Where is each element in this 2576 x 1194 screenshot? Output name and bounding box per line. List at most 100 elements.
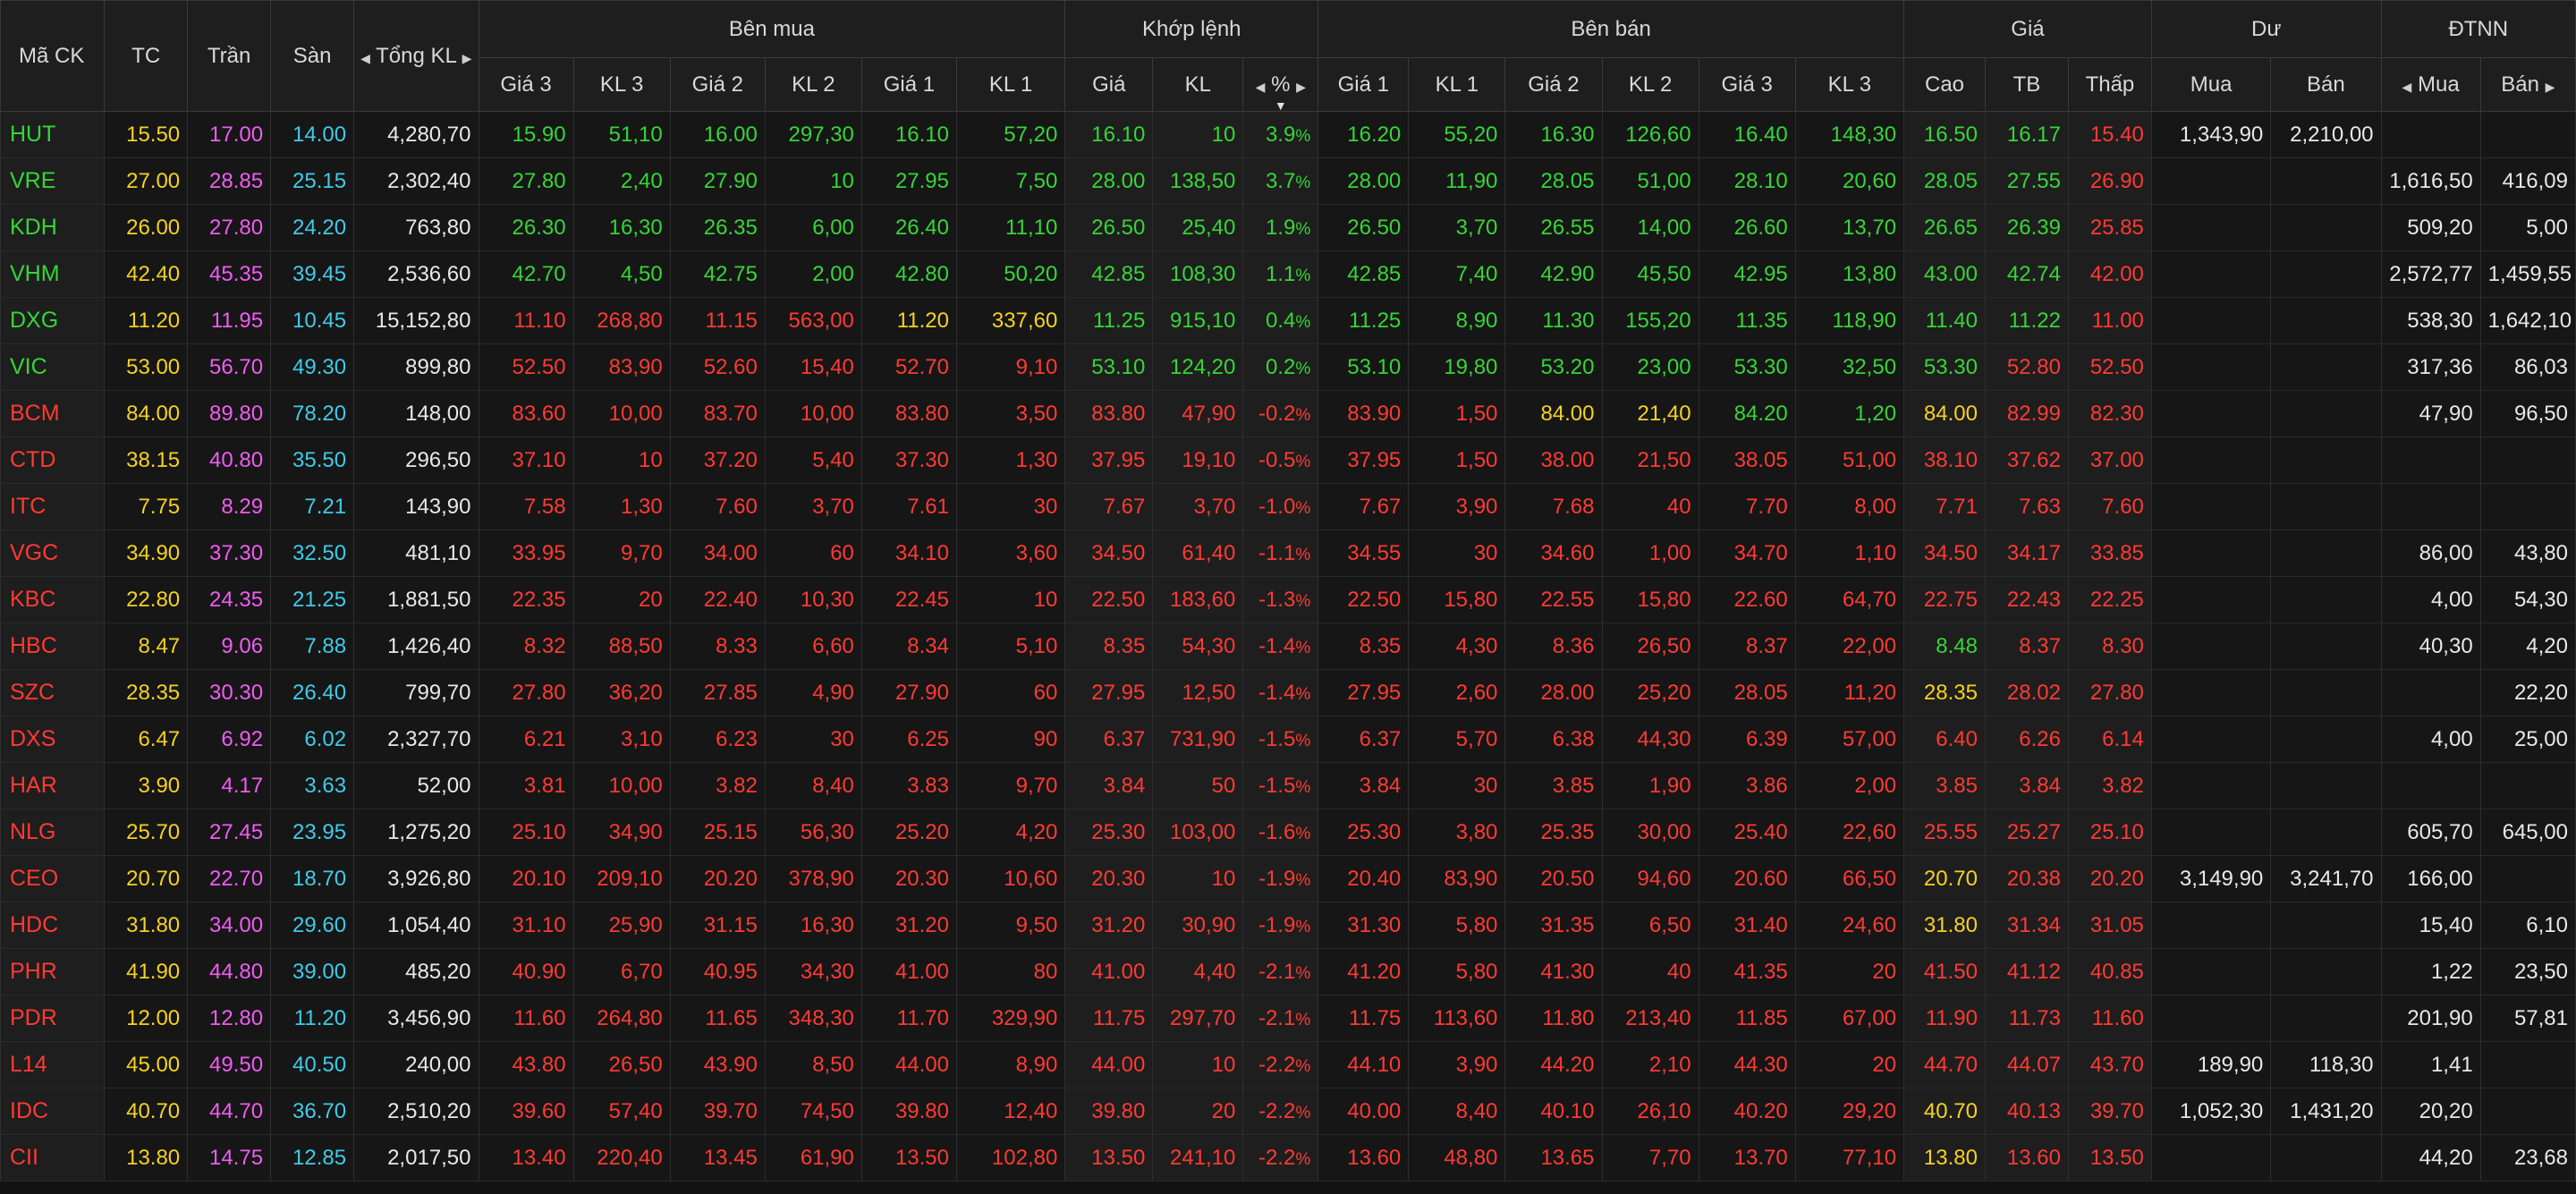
col-sell-vol-2[interactable]: KL 2 [1601, 57, 1699, 112]
table-row[interactable]: CTD 38.15 40.80 35.50 296,50 37.10 10 37.20 5,40… [0, 436, 2576, 484]
symbol-cell[interactable]: SZC [0, 669, 106, 716]
cell-pct: -2.1% [1242, 948, 1319, 995]
table-row[interactable]: L14 45.00 49.50 40.50 240,00 43.80 26,50 43.90 8… [0, 1041, 2576, 1088]
symbol-cell[interactable]: HBC [0, 622, 106, 670]
table-row[interactable]: HBC 8.47 9.06 7.88 1,426,40 8.32 88,50 8.33 6,60… [0, 622, 2576, 670]
cell-rs [2270, 995, 2382, 1042]
symbol-cell[interactable]: PHR [0, 948, 106, 995]
scroll-right-icon[interactable]: ▶ [2546, 80, 2555, 94]
col-remain-buy[interactable]: Mua [2150, 57, 2272, 112]
table-row[interactable]: IDC 40.70 44.70 36.70 2,510,20 39.60 57,40 39.7… [0, 1088, 2576, 1135]
symbol-cell[interactable]: DXG [0, 297, 106, 344]
group-buy-side: Bên mua [478, 0, 1066, 58]
table-row[interactable]: HUT 15.50 17.00 14.00 4,280,70 15.90 51,10 16.0… [0, 111, 2576, 158]
col-buy-price-1[interactable]: Giá 1 [860, 57, 958, 112]
col-reference[interactable]: TC [104, 0, 189, 112]
symbol-cell[interactable]: KDH [0, 204, 106, 251]
symbol-cell[interactable]: ITC [0, 483, 106, 530]
col-high[interactable]: Cao [1903, 57, 1986, 112]
symbol-cell[interactable]: PDR [0, 995, 106, 1042]
table-row[interactable]: KBC 22.80 24.35 21.25 1,881,50 22.35 20 22.40 10… [0, 576, 2576, 623]
col-sell-price-3[interactable]: Giá 3 [1698, 57, 1796, 112]
col-average[interactable]: TB [1984, 57, 2069, 112]
col-match-price[interactable]: Giá [1064, 57, 1154, 112]
col-buy-vol-1[interactable]: KL 1 [955, 57, 1066, 112]
cell-sp1: 28.00 [1318, 157, 1410, 205]
cell-bv1: 4,20 [955, 809, 1066, 856]
cell-sp2: 34.60 [1504, 529, 1603, 577]
symbol-cell[interactable]: CEO [0, 855, 106, 902]
col-low[interactable]: Thấp [2067, 57, 2152, 112]
cell-lo: 31.05 [2067, 902, 2152, 949]
cell-rs [2270, 1134, 2382, 1181]
col-sell-vol-3[interactable]: KL 3 [1794, 57, 1905, 112]
symbol-cell[interactable]: L14 [0, 1041, 106, 1088]
scroll-left-icon[interactable]: ◀ [1256, 80, 1266, 94]
table-row[interactable]: BCM 84.00 89.80 78.20 148,00 83.60 10,00 83.70 1… [0, 390, 2576, 437]
symbol-cell[interactable]: HDC [0, 902, 106, 949]
symbol-cell[interactable]: VGC [0, 529, 106, 577]
change-pct-value: 3.9 [1265, 122, 1296, 147]
symbol-cell[interactable]: CII [0, 1134, 106, 1181]
symbol-cell[interactable]: BCM [0, 390, 106, 437]
table-row[interactable]: PDR 12.00 12.80 11.20 3,456,90 11.60 264,80 11.… [0, 995, 2576, 1042]
table-row[interactable]: CII 13.80 14.75 12.85 2,017,50 13.40 220,40 13.… [0, 1134, 2576, 1181]
cell-floor: 36.70 [270, 1088, 355, 1135]
col-symbol[interactable]: Mã CK [0, 0, 106, 112]
cell-fb: 1,22 [2380, 948, 2481, 995]
table-row[interactable]: KDH 26.00 27.80 24.20 763,80 26.30 16,30 26.35 6… [0, 204, 2576, 251]
symbol-cell[interactable]: CTD [0, 436, 106, 484]
cell-sp1: 6.37 [1318, 716, 1410, 763]
symbol-cell[interactable]: DXS [0, 716, 106, 763]
table-row[interactable]: PHR 41.90 44.80 39.00 485,20 40.90 6,70 40.95 34… [0, 948, 2576, 995]
cell-rb [2150, 157, 2272, 205]
scroll-right-icon[interactable]: ▶ [462, 51, 472, 65]
col-buy-vol-2[interactable]: KL 2 [764, 57, 862, 112]
symbol-cell[interactable]: NLG [0, 809, 106, 856]
symbol-cell[interactable]: VRE [0, 157, 106, 205]
cell-floor: 39.00 [270, 948, 355, 995]
scroll-right-icon[interactable]: ▶ [1296, 80, 1306, 94]
table-row[interactable]: VHM 42.40 45.35 39.45 2,536,60 42.70 4,50 42.75… [0, 250, 2576, 298]
table-row[interactable]: VGC 34.90 37.30 32.50 481,10 33.95 9,70 34.00 60… [0, 529, 2576, 577]
col-ceiling[interactable]: Trần [187, 0, 272, 112]
col-foreign-buy[interactable]: ◀ Mua [2380, 57, 2481, 112]
symbol-cell[interactable]: HUT [0, 111, 106, 158]
cell-floor: 32.50 [270, 529, 355, 577]
table-row[interactable]: CEO 20.70 22.70 18.70 3,926,80 20.10 209,10 20.… [0, 855, 2576, 902]
cell-mp: 31.20 [1064, 902, 1154, 949]
col-remain-sell[interactable]: Bán [2270, 57, 2382, 112]
symbol-cell[interactable]: VIC [0, 343, 106, 391]
table-row[interactable]: ITC 7.75 8.29 7.21 143,90 7.58 1,30 7.60 3,70 7.6… [0, 483, 2576, 530]
change-pct-value: -1.9 [1258, 912, 1296, 937]
col-buy-vol-3[interactable]: KL 3 [572, 57, 671, 112]
table-row[interactable]: SZC 28.35 30.30 26.40 799,70 27.80 36,20 27.85 4… [0, 669, 2576, 716]
table-row[interactable]: HDC 31.80 34.00 29.60 1,054,40 31.10 25,90 31.1… [0, 902, 2576, 949]
col-foreign-sell[interactable]: Bán ▶ [2479, 57, 2576, 112]
col-match-vol[interactable]: KL [1152, 57, 1244, 112]
table-row[interactable]: NLG 25.70 27.45 23.95 1,275,20 25.10 34,90 25.1… [0, 809, 2576, 856]
col-total-volume[interactable]: ◀ Tổng KL ▶ [353, 0, 479, 112]
col-change-pct[interactable]: ◀ % ▶ ▼ [1242, 57, 1319, 112]
col-buy-price-2[interactable]: Giá 2 [669, 57, 766, 112]
scroll-left-icon[interactable]: ◀ [360, 51, 370, 65]
symbol-cell[interactable]: KBC [0, 576, 106, 623]
cell-rs [2270, 576, 2382, 623]
table-row[interactable]: DXG 11.20 11.95 10.45 15,152,80 11.10 268,80 11… [0, 297, 2576, 344]
col-sell-price-2[interactable]: Giá 2 [1504, 57, 1603, 112]
symbol-cell[interactable]: VHM [0, 250, 106, 298]
col-sell-price-1[interactable]: Giá 1 [1318, 57, 1410, 112]
col-buy-price-3[interactable]: Giá 3 [478, 57, 574, 112]
cell-bv3: 9,70 [572, 529, 671, 577]
cell-tot: 2,302,40 [353, 157, 479, 205]
table-row[interactable]: VIC 53.00 56.70 49.30 899,80 52.50 83,90 52.60 1… [0, 343, 2576, 391]
table-row[interactable]: DXS 6.47 6.92 6.02 2,327,70 6.21 3,10 6.23 30 6.2… [0, 716, 2576, 763]
col-sell-vol-1[interactable]: KL 1 [1408, 57, 1506, 112]
scroll-left-icon[interactable]: ◀ [2402, 80, 2412, 94]
col-floor[interactable]: Sàn [270, 0, 355, 112]
table-row[interactable]: HAR 3.90 4.17 3.63 52,00 3.81 10,00 3.82 8,40 3.8… [0, 762, 2576, 809]
cell-sp1: 16.20 [1318, 111, 1410, 158]
symbol-cell[interactable]: IDC [0, 1088, 106, 1135]
symbol-cell[interactable]: HAR [0, 762, 106, 809]
table-row[interactable]: VRE 27.00 28.85 25.15 2,302,40 27.80 2,40 27.90… [0, 157, 2576, 205]
